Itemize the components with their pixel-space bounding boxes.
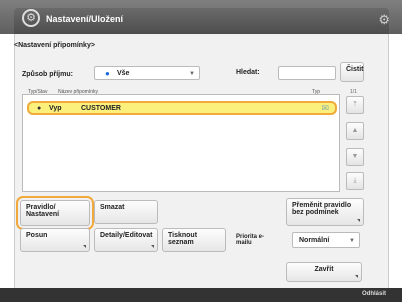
receive-type-select[interactable]: ● Vše ▼ — [94, 66, 200, 80]
list-item[interactable]: ● Vyp CUSTOMER ✉ — [27, 101, 337, 115]
gear-icon[interactable]: ⚙ — [378, 12, 390, 28]
row-name: CUSTOMER — [81, 105, 121, 112]
page-title: Nastavení/Uložení — [46, 14, 124, 24]
search-input[interactable] — [278, 66, 336, 80]
row-status: Vyp — [49, 105, 62, 112]
rules-list: ● Vyp CUSTOMER ✉ — [22, 94, 340, 192]
breadcrumb: <Nastavení připomínky> — [14, 42, 95, 49]
chevron-down-icon: ▼ — [349, 238, 355, 244]
list-scrollbar: ⤒ ▲ ▼ ⤓ — [346, 94, 364, 192]
details-edit-button[interactable]: Detaily/Editovat — [94, 228, 158, 252]
envelope-icon: ✉ — [321, 103, 329, 113]
priority-label: Priorita e-mailu — [236, 234, 265, 246]
search-label: Hledat: — [236, 69, 260, 76]
scroll-top-icon[interactable]: ⤒ — [346, 96, 364, 114]
scroll-bottom-icon[interactable]: ⤓ — [346, 172, 364, 190]
receive-type-label: Způsob příjmu: — [22, 71, 73, 78]
priority-value: Normální — [299, 237, 330, 244]
rule-no-conditions-button[interactable]: Přeměnit pravidlo bez podmínek — [286, 198, 364, 226]
status-bar: Odhlásit — [0, 288, 402, 302]
priority-select[interactable]: Normální ▼ — [292, 232, 360, 248]
scroll-up-icon[interactable]: ▲ — [346, 122, 364, 140]
close-button[interactable]: Zavřít — [286, 262, 362, 282]
radio-dot-icon: ● — [105, 69, 110, 78]
settings-menu-icon: ⚙ — [22, 9, 40, 27]
shift-button[interactable]: Posun — [20, 228, 90, 252]
chevron-down-icon: ▼ — [189, 71, 195, 77]
clear-button[interactable]: Čistit — [340, 62, 364, 82]
title-bar: ⚙ Nastavení/Uložení ⚙ — [0, 0, 402, 34]
logout-status[interactable]: Odhlásit — [362, 291, 386, 297]
receive-type-value: Vše — [117, 70, 130, 77]
print-list-button[interactable]: Tisknout seznam — [162, 228, 226, 252]
delete-button[interactable]: Smazat — [94, 200, 158, 224]
rule-setup-button[interactable]: Pravidlo/ Nastavení — [20, 200, 90, 226]
scroll-down-icon[interactable]: ▼ — [346, 148, 364, 166]
row-type-icon: ● — [37, 105, 42, 112]
